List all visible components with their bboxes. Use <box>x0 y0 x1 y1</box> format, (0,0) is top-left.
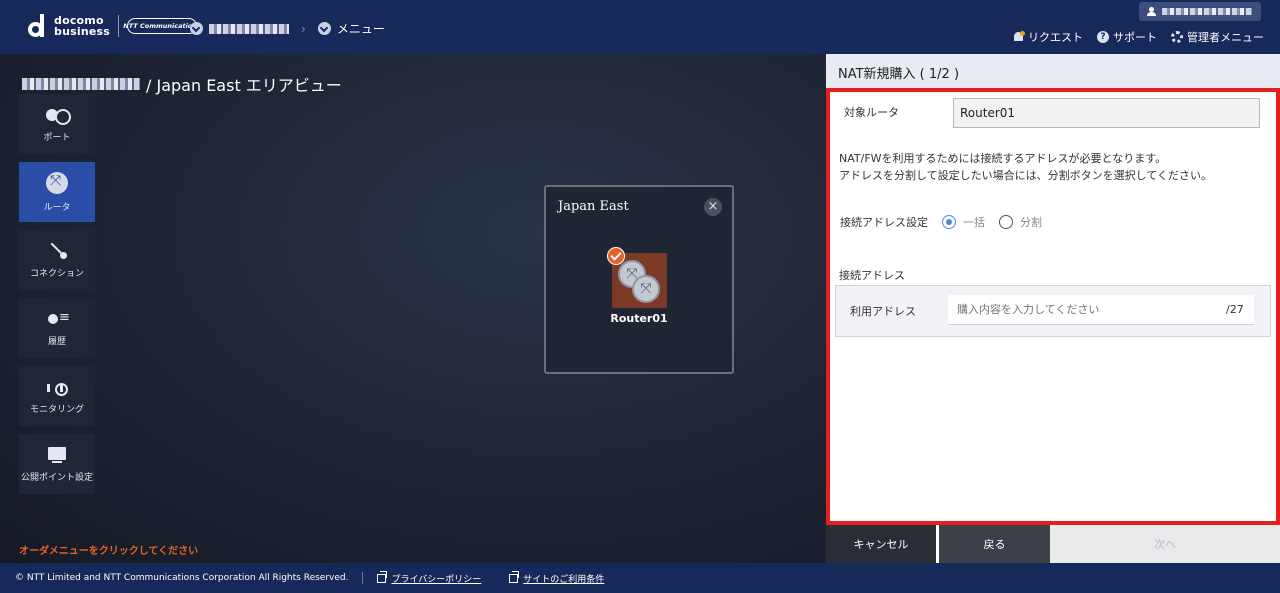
top-header: docomo business NTT Communications › メニュ… <box>0 0 1280 54</box>
order-menu-sidebar: ポート ルータ コネクション 履歴 モニタリング 公開ポイント設定 <box>19 94 95 502</box>
public-point-icon <box>46 446 68 464</box>
conn-setting-row: 接続アドレス設定 一括 分割 <box>840 214 1042 230</box>
external-link-icon <box>377 570 388 583</box>
connection-icon <box>46 242 68 260</box>
radio-split[interactable]: 分割 <box>999 214 1042 230</box>
sidebar-item-public-point[interactable]: 公開ポイント設定 <box>19 434 95 494</box>
port-icon <box>46 106 71 125</box>
router-icon <box>46 171 68 194</box>
panel-actions: キャンセル 戻る 次へ <box>826 525 1280 563</box>
next-button[interactable]: 次へ <box>1050 525 1280 563</box>
check-icon <box>607 247 625 265</box>
ntt-communications-logo: NTT Communications <box>123 18 201 34</box>
sidebar-item-connection[interactable]: コネクション <box>19 230 95 290</box>
sidebar-item-history[interactable]: 履歴 <box>19 298 95 358</box>
page-footer: © NTT Limited and NTT Communications Cor… <box>0 563 1280 593</box>
request-link[interactable]: リクエスト <box>1013 29 1083 45</box>
target-router-field[interactable]: Router01 <box>953 98 1260 128</box>
nat-form: 対象ルータ Router01 NAT/FWを利用するためには接続するアドレスが必… <box>826 88 1280 525</box>
user-account-button[interactable] <box>1139 2 1261 21</box>
copyright-text: © NTT Limited and NTT Communications Cor… <box>15 573 349 583</box>
user-icon <box>1147 7 1156 16</box>
sidebar-item-port[interactable]: ポート <box>19 94 95 154</box>
router-disc-icon: ⤧ <box>632 275 660 303</box>
docomo-d-icon <box>28 14 50 38</box>
tenant-name-redacted[interactable] <box>209 23 289 34</box>
breadcrumb-menu[interactable]: メニュー <box>337 20 385 37</box>
monitoring-icon <box>46 378 68 396</box>
privacy-policy-link[interactable]: プライバシーポリシー <box>377 570 481 585</box>
logo-divider <box>118 15 120 37</box>
user-name-redacted <box>1162 8 1252 15</box>
terms-of-use-link[interactable]: サイトのご利用条件 <box>509 570 604 585</box>
area-view-card: Japan East × ⤧ ⤧ Router01 <box>544 185 734 374</box>
history-icon <box>46 310 70 328</box>
prefix-length-suffix: /27 <box>1226 303 1244 316</box>
router-label: Router01 <box>610 312 668 325</box>
page-title: / Japan East エリアビュー <box>22 72 342 96</box>
top-nav: リクエスト ? サポート 管理者メニュー <box>1013 29 1264 45</box>
question-icon: ? <box>1097 31 1109 43</box>
breadcrumb: › メニュー <box>190 20 385 37</box>
chevron-circle-icon <box>317 22 331 35</box>
support-link[interactable]: ? サポート <box>1097 29 1157 45</box>
use-address-input[interactable] <box>948 295 1254 325</box>
chevron-circle-icon <box>190 22 203 35</box>
cancel-button[interactable]: キャンセル <box>826 525 936 563</box>
target-router-label: 対象ルータ <box>844 106 899 119</box>
area-title: Japan East <box>558 199 629 214</box>
conn-setting-label: 接続アドレス設定 <box>840 216 928 229</box>
close-icon[interactable]: × <box>704 198 722 216</box>
chevron-right-icon: › <box>301 21 306 36</box>
nat-purchase-panel: NAT新規購入 ( 1/2 ) 対象ルータ Router01 NAT/FWを利用… <box>826 54 1280 563</box>
logo-line2: business <box>54 25 111 38</box>
gear-icon <box>1171 31 1183 43</box>
use-address-row: 利用アドレス /27 <box>835 285 1271 337</box>
external-link-icon <box>509 570 520 583</box>
main-canvas: / Japan East エリアビュー ポート ルータ コネクション 履歴 モニ… <box>0 54 826 563</box>
conn-address-label: 接続アドレス <box>839 269 905 282</box>
use-address-label: 利用アドレス <box>850 305 916 318</box>
tenant-name-redacted <box>22 78 140 90</box>
docomo-business-logo[interactable]: docomo business NTT Communications <box>28 14 201 38</box>
form-description: NAT/FWを利用するためには接続するアドレスが必要となります。 アドレスを分割… <box>839 152 1213 182</box>
sidebar-item-router[interactable]: ルータ <box>19 162 95 222</box>
admin-menu-link[interactable]: 管理者メニュー <box>1171 29 1264 45</box>
radio-unchecked-icon <box>999 215 1013 229</box>
back-button[interactable]: 戻る <box>939 525 1050 563</box>
footer-divider <box>362 572 364 584</box>
radio-checked-icon <box>942 215 956 229</box>
bell-icon <box>1013 31 1025 43</box>
sidebar-item-monitoring[interactable]: モニタリング <box>19 366 95 426</box>
order-menu-hint: オーダメニューをクリックしてください <box>19 546 199 557</box>
panel-title: NAT新規購入 ( 1/2 ) <box>826 54 1280 88</box>
radio-bulk[interactable]: 一括 <box>942 214 985 230</box>
